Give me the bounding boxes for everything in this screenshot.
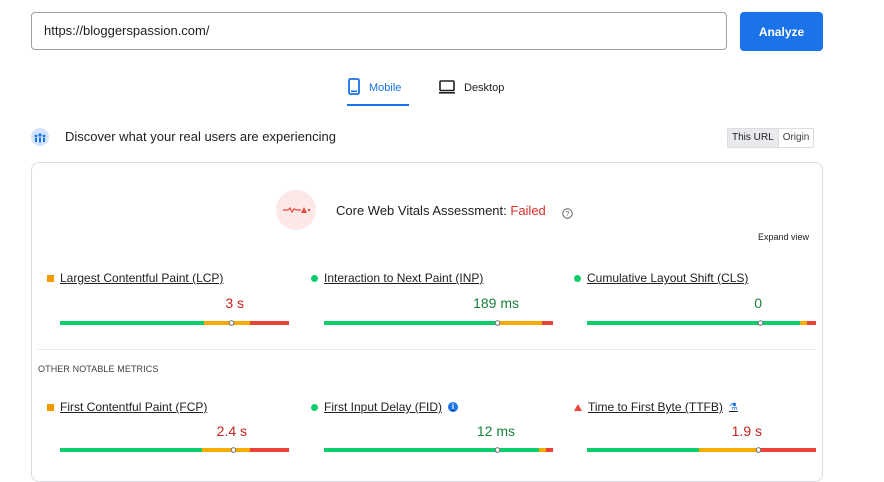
percentile-marker-icon xyxy=(230,441,237,453)
url-input[interactable]: https://bloggerspassion.com/ xyxy=(31,12,727,50)
help-icon[interactable]: ? xyxy=(562,206,573,219)
tab-desktop[interactable]: Desktop xyxy=(439,78,504,98)
users-icon xyxy=(31,128,49,146)
this-url-button[interactable]: This URL xyxy=(728,129,778,147)
experimental-flask-icon: ⚗ xyxy=(728,401,738,413)
percentile-marker-icon xyxy=(494,314,501,326)
percentile-marker-icon xyxy=(755,441,762,453)
field-data-heading: Discover what your real users are experi… xyxy=(65,129,336,144)
good-segment xyxy=(587,448,700,452)
poor-segment xyxy=(541,321,553,325)
percentile-marker-icon xyxy=(757,314,764,326)
fcp-distribution-bar xyxy=(60,448,289,452)
poor-segment xyxy=(250,448,289,452)
metric-title-label: First Input Delay (FID) xyxy=(324,400,443,414)
needs-improvement-square-icon xyxy=(47,403,54,411)
origin-button[interactable]: Origin xyxy=(777,129,814,147)
good-segment xyxy=(587,321,800,325)
needs-improvement-segment xyxy=(699,448,759,452)
good-segment xyxy=(60,448,202,452)
tab-label: Mobile xyxy=(369,82,402,94)
active-tab-indicator xyxy=(347,104,409,106)
metric-title-label: Interaction to Next Paint (INP) xyxy=(324,271,484,285)
ttfb-distribution-bar xyxy=(587,448,816,452)
tab-mobile[interactable]: Mobile xyxy=(348,78,401,98)
fid-distribution-bar xyxy=(324,448,553,452)
other-metrics-heading: OTHER NOTABLE METRICS xyxy=(38,364,159,374)
good-dot-icon xyxy=(311,274,318,282)
mobile-phone-icon xyxy=(348,78,360,98)
inp-distribution-bar xyxy=(324,321,553,325)
cls-distribution-bar xyxy=(587,321,816,325)
needs-improvement-segment xyxy=(500,321,542,325)
cwv-assessment-label: Core Web Vitals Assessment: xyxy=(336,203,511,218)
section-divider xyxy=(38,349,816,350)
ttfb-metric-title[interactable]: Time to First Byte (TTFB) ⚗ xyxy=(574,400,738,414)
lcp-value: 3 s xyxy=(225,295,244,311)
cls-value: 0 xyxy=(754,295,762,311)
cwv-assessment-text: Core Web Vitals Assessment: Failed xyxy=(336,203,546,218)
assessment-status: Failed xyxy=(510,203,546,218)
fcp-metric-title[interactable]: First Contentful Paint (FCP) xyxy=(47,400,207,414)
good-segment xyxy=(324,321,501,325)
fcp-value: 2.4 s xyxy=(216,423,247,439)
poor-segment xyxy=(758,448,816,452)
analyze-button[interactable]: Analyze xyxy=(740,12,823,51)
url-origin-toggle: This URL Origin xyxy=(727,128,815,148)
percentile-marker-icon xyxy=(228,314,235,326)
good-dot-icon xyxy=(574,274,581,282)
lcp-metric-title[interactable]: Largest Contentful Paint (LCP) xyxy=(47,271,223,285)
needs-improvement-segment xyxy=(201,448,251,452)
inp-metric-title[interactable]: Interaction to Next Paint (INP) xyxy=(311,271,483,285)
lcp-distribution-bar xyxy=(60,321,289,325)
needs-improvement-square-icon xyxy=(47,274,54,282)
poor-triangle-icon xyxy=(574,403,582,411)
metric-title-label: Largest Contentful Paint (LCP) xyxy=(60,271,224,285)
poor-segment xyxy=(806,321,816,325)
svg-text:?: ? xyxy=(566,211,570,218)
good-dot-icon xyxy=(311,403,318,411)
inp-value: 189 ms xyxy=(473,295,519,311)
good-segment xyxy=(60,321,205,325)
desktop-monitor-icon xyxy=(439,79,455,97)
ttfb-value: 1.9 s xyxy=(731,423,762,439)
good-segment xyxy=(324,448,540,452)
fid-metric-title[interactable]: First Input Delay (FID) i xyxy=(311,400,459,414)
percentile-marker-icon xyxy=(494,441,501,453)
needs-improvement-segment xyxy=(799,321,807,325)
needs-improvement-segment xyxy=(539,448,547,452)
poor-segment xyxy=(546,448,553,452)
info-icon[interactable]: i xyxy=(448,402,459,412)
tab-label: Desktop xyxy=(464,82,505,94)
poor-segment xyxy=(250,321,289,325)
expand-view-link[interactable]: Expand view xyxy=(758,232,809,242)
metric-title-label: Time to First Byte (TTFB) xyxy=(588,400,723,414)
cls-metric-title[interactable]: Cumulative Layout Shift (CLS) xyxy=(574,271,748,285)
fid-value: 12 ms xyxy=(476,423,515,439)
metric-title-label: First Contentful Paint (FCP) xyxy=(60,400,208,414)
failed-assessment-icon xyxy=(276,190,316,230)
metric-title-label: Cumulative Layout Shift (CLS) xyxy=(587,271,749,285)
